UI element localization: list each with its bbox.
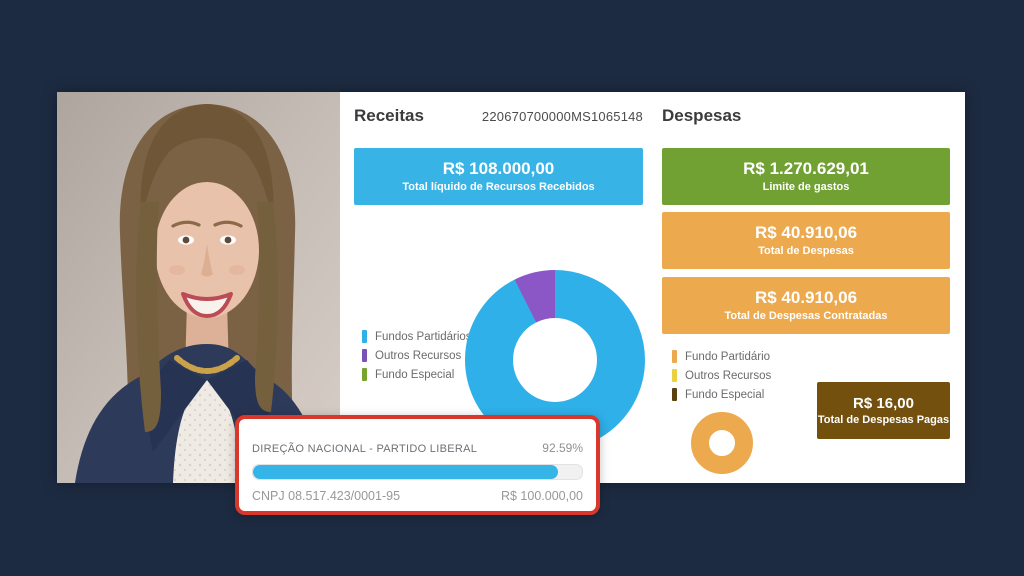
despesas-pagas-box: R$ 16,00 Total de Despesas Pagas	[817, 382, 950, 439]
legend-marker-outros-recursos	[362, 349, 367, 362]
despesas-contratadas-value: R$ 40.910,06	[755, 288, 857, 308]
receitas-total-value: R$ 108.000,00	[443, 159, 555, 179]
donor-row-highlight[interactable]: DIREÇÃO NACIONAL - PARTIDO LIBERAL 92.59…	[235, 415, 600, 515]
receitas-total-box: R$ 108.000,00 Total líquido de Recursos …	[354, 148, 643, 205]
receitas-total-label: Total líquido de Recursos Recebidos	[402, 181, 594, 194]
legend-label: Fundos Partidários	[375, 331, 472, 343]
legend-marker-fundo-partidario	[672, 350, 677, 363]
total-despesas-box: R$ 40.910,06 Total de Despesas	[662, 212, 950, 269]
despesas-pagas-value: R$ 16,00	[853, 395, 914, 412]
total-despesas-label: Total de Despesas	[758, 245, 854, 258]
donor-name: DIREÇÃO NACIONAL - PARTIDO LIBERAL	[252, 443, 477, 455]
legend-label: Fundo Especial	[685, 389, 764, 401]
legend-item: Fundo Especial	[362, 368, 472, 381]
legend-item: Fundo Especial	[672, 388, 771, 401]
legend-label: Outros Recursos	[685, 370, 771, 382]
donor-amount: R$ 100.000,00	[501, 489, 583, 503]
legend-label: Fundo Partidário	[685, 351, 770, 363]
receitas-title: Receitas	[354, 106, 424, 126]
legend-item: Outros Recursos	[362, 349, 472, 362]
legend-marker-fundo-especial	[672, 388, 677, 401]
legend-marker-fundo-especial	[362, 368, 367, 381]
receitas-header: Receitas 220670700000MS1065148	[354, 106, 643, 126]
donor-title-row: DIREÇÃO NACIONAL - PARTIDO LIBERAL 92.59…	[252, 441, 583, 455]
legend-label: Outros Recursos	[375, 350, 461, 362]
despesas-pagas-label: Total de Despesas Pagas	[818, 414, 949, 427]
despesas-contratadas-box: R$ 40.910,06 Total de Despesas Contratad…	[662, 277, 950, 334]
despesas-contratadas-label: Total de Despesas Contratadas	[724, 310, 887, 323]
limite-gastos-value: R$ 1.270.629,01	[743, 159, 869, 179]
limite-gastos-box: R$ 1.270.629,01 Limite de gastos	[662, 148, 950, 205]
despesas-donut-chart	[691, 412, 753, 474]
legend-item: Fundo Partidário	[672, 350, 771, 363]
prestacao-contas-code: 220670700000MS1065148	[482, 109, 643, 124]
donor-progress-fill	[253, 465, 558, 479]
donor-cnpj: CNPJ 08.517.423/0001-95	[252, 489, 400, 503]
donor-progress-bar	[252, 464, 583, 480]
legend-item: Outros Recursos	[672, 369, 771, 382]
legend-marker-outros-recursos	[672, 369, 677, 382]
donor-percent: 92.59%	[542, 441, 583, 455]
legend-marker-fundos-partidarios	[362, 330, 367, 343]
total-despesas-value: R$ 40.910,06	[755, 223, 857, 243]
limite-gastos-label: Limite de gastos	[763, 181, 850, 194]
legend-item: Fundos Partidários	[362, 330, 472, 343]
despesas-title: Despesas	[662, 106, 741, 126]
despesas-legend: Fundo Partidário Outros Recursos Fundo E…	[672, 350, 771, 401]
donor-detail-row: CNPJ 08.517.423/0001-95 R$ 100.000,00	[252, 489, 583, 503]
despesas-header: Despesas	[662, 106, 951, 126]
receitas-legend: Fundos Partidários Outros Recursos Fundo…	[362, 330, 472, 381]
legend-label: Fundo Especial	[375, 369, 454, 381]
